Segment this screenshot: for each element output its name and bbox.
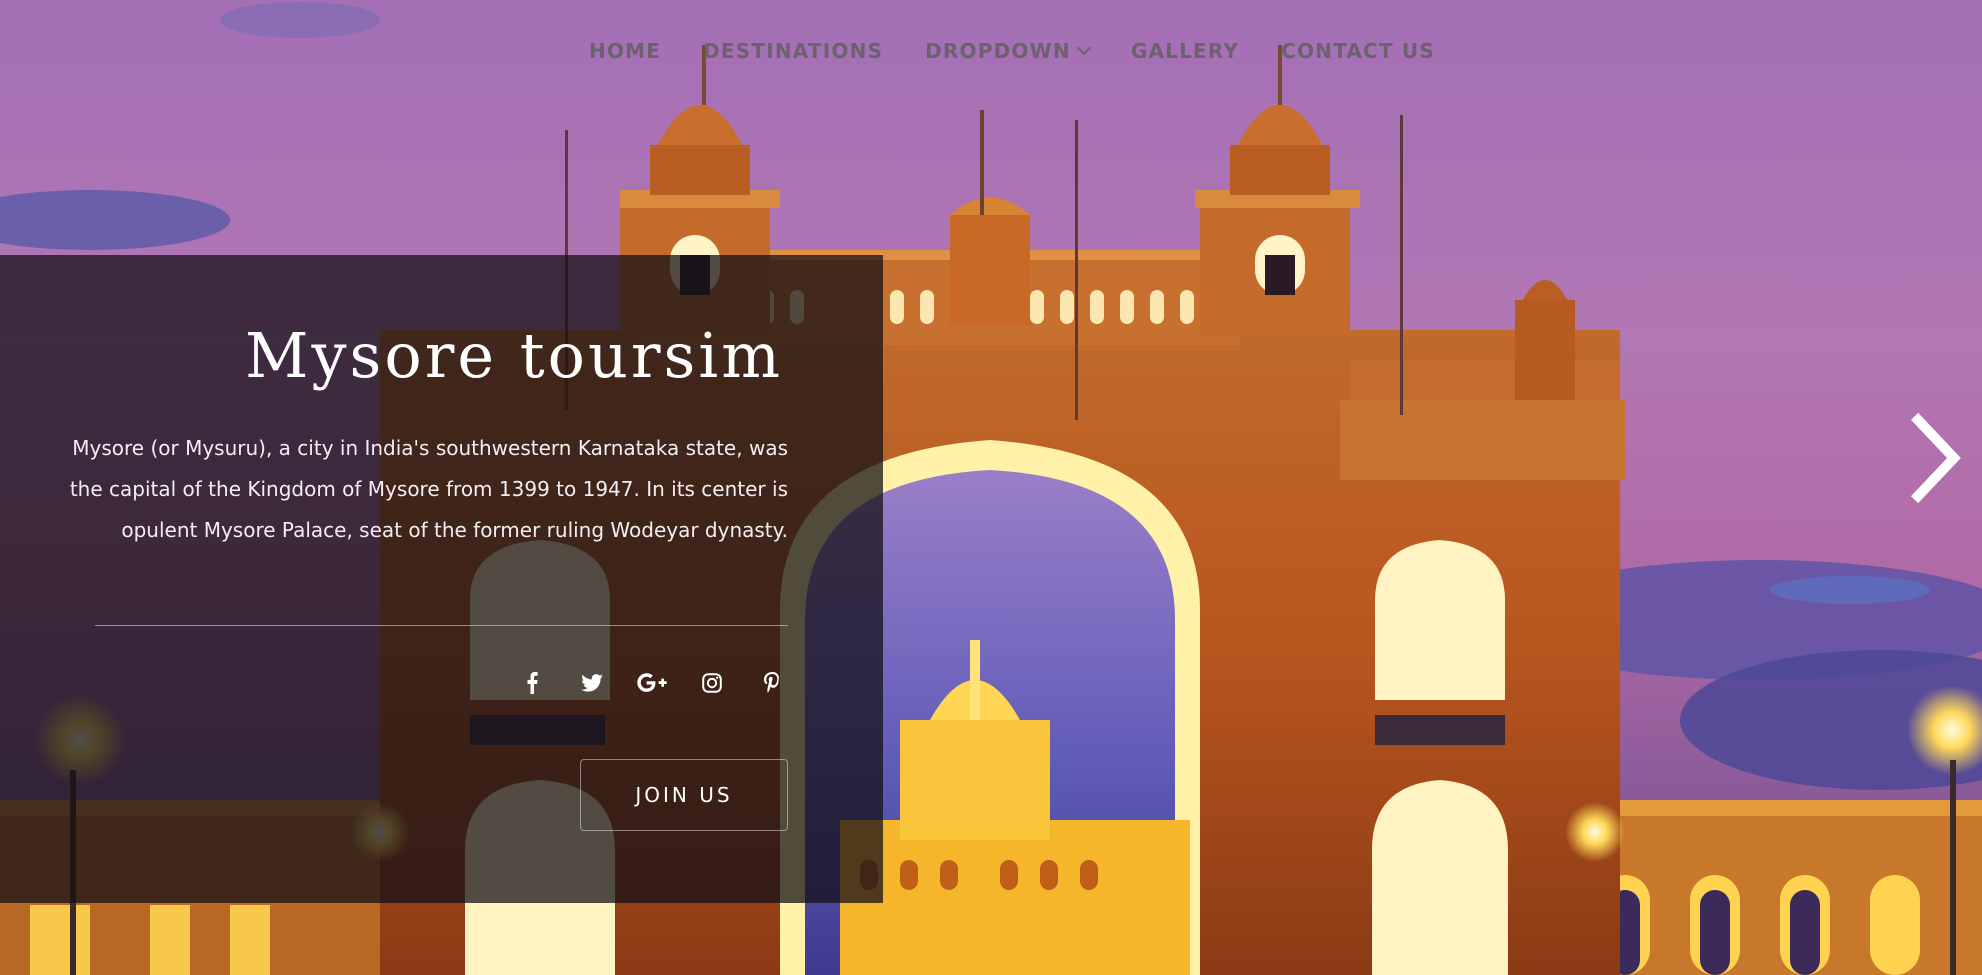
nav-item-dropdown[interactable]: DROPDOWN: [925, 38, 1091, 64]
facebook-icon[interactable]: [516, 667, 548, 699]
nav-item-contact-us[interactable]: CONTACT US: [1281, 38, 1435, 64]
nav-item-home[interactable]: HOME: [589, 38, 661, 64]
hero-overlay-panel: Mysore toursim Mysore (or Mysuru), a cit…: [0, 255, 883, 903]
hero-page: HOME DESTINATIONS DROPDOWN GALLERY CONTA…: [0, 0, 1982, 975]
instagram-icon[interactable]: [696, 667, 728, 699]
pinterest-icon[interactable]: [756, 667, 788, 699]
hero-title: Mysore toursim: [245, 319, 783, 392]
nav-item-label: CONTACT US: [1281, 39, 1435, 63]
hero-description: Mysore (or Mysuru), a city in India's so…: [69, 436, 788, 542]
divider: [95, 625, 788, 626]
social-links: [516, 667, 788, 699]
nav-item-label: GALLERY: [1130, 39, 1240, 63]
google-plus-icon[interactable]: [636, 667, 668, 699]
chevron-right-icon[interactable]: [1908, 412, 1964, 504]
nav-item-label: DROPDOWN: [925, 39, 1071, 63]
main-navigation: HOME DESTINATIONS DROPDOWN GALLERY CONTA…: [589, 38, 1435, 64]
nav-item-destinations[interactable]: DESTINATIONS: [703, 38, 883, 64]
twitter-icon[interactable]: [576, 667, 608, 699]
join-us-button[interactable]: JOIN US: [580, 759, 788, 831]
chevron-down-icon: [1076, 40, 1091, 56]
nav-item-label: DESTINATIONS: [703, 39, 884, 63]
nav-item-gallery[interactable]: GALLERY: [1131, 38, 1239, 64]
nav-item-label: HOME: [589, 39, 662, 63]
